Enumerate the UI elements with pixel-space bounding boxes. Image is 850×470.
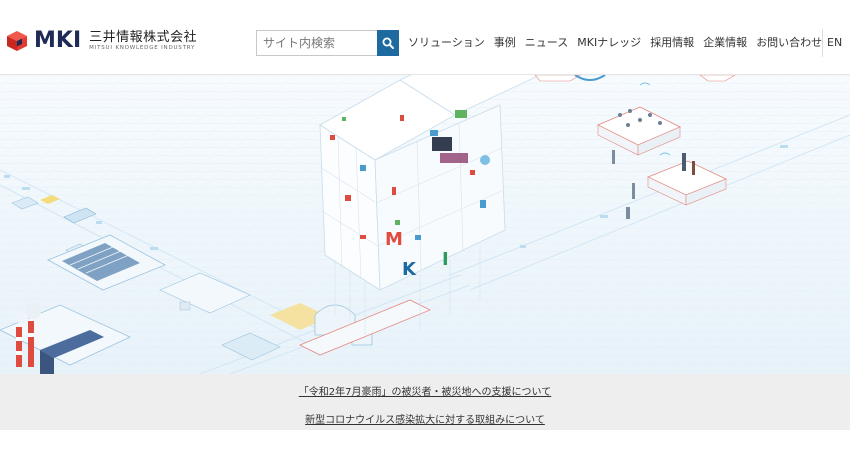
site-header: MKI 三井情報株式会社 MITSUI KNOWLEDGE INDUSTRY ソ…: [0, 0, 850, 75]
global-nav: ソリューション 事例 ニュース MKIナレッジ 採用情報 企業情報 お問い合わせ: [408, 35, 831, 51]
hero-isometric-city-illustration: M K I: [0, 75, 850, 374]
search-icon: [382, 37, 394, 49]
logo-text: 三井情報株式会社 MITSUI KNOWLEDGE INDUSTRY: [89, 29, 198, 52]
logo-wordmark: MKI: [34, 28, 82, 53]
site-logo[interactable]: MKI 三井情報株式会社 MITSUI KNOWLEDGE INDUSTRY: [6, 30, 197, 52]
nav-item-company[interactable]: 企業情報: [703, 35, 747, 51]
hero-visual: M K I: [0, 75, 850, 374]
cube-letter-i: I: [442, 249, 449, 270]
nav-item-news[interactable]: ニュース: [525, 35, 568, 51]
company-name-en: MITSUI KNOWLEDGE INDUSTRY: [89, 44, 196, 51]
cube-letter-k: K: [402, 259, 417, 280]
nav-item-solutions[interactable]: ソリューション: [408, 35, 485, 51]
nav-item-recruit[interactable]: 採用情報: [650, 35, 694, 51]
notice-bar: 「令和2年7月豪雨」の被災者・被災地への支援について 新型コロナウイルス感染拡大…: [0, 374, 850, 430]
search-button[interactable]: [377, 30, 399, 56]
nav-divider: [822, 29, 823, 57]
notice-link-flood-support[interactable]: 「令和2年7月豪雨」の被災者・被災地への支援について: [0, 383, 850, 398]
nav-item-cases[interactable]: 事例: [494, 35, 516, 51]
mki-cube-logo-icon: [7, 31, 27, 51]
search-input[interactable]: [256, 30, 377, 56]
language-switch-en[interactable]: EN: [827, 35, 842, 51]
company-name-jp: 三井情報株式会社: [89, 29, 198, 45]
site-search: [256, 30, 399, 56]
cube-letter-m: M: [385, 229, 403, 250]
nav-item-knowledge[interactable]: MKIナレッジ: [577, 35, 641, 51]
notice-link-covid-response[interactable]: 新型コロナウイルス感染拡大に対する取組みについて: [0, 411, 850, 426]
nav-item-contact[interactable]: お問い合わせ: [756, 35, 822, 51]
